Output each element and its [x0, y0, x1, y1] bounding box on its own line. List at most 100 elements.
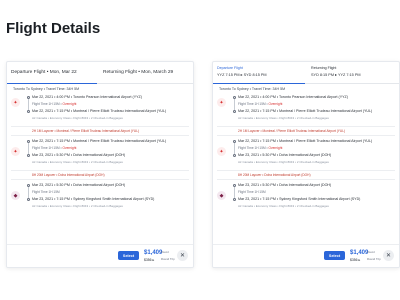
- flight-meta: Flight Time 1H 15M • Overnight: [32, 102, 76, 106]
- maple-leaf-icon: ✦: [11, 147, 20, 156]
- overnight-flag: Overnight: [62, 102, 77, 106]
- arrival-dot: [233, 154, 236, 157]
- flight-meta: Flight Time 1H 15M • Overnight: [32, 146, 76, 150]
- departure-info: Mar 22, 2021 • 4:00 PM • Toronto Pearson…: [32, 95, 142, 99]
- travel-summary: Toronto To Sydney • Travel Time: 34H 5M: [219, 87, 286, 91]
- close-icon[interactable]: ✕: [177, 250, 188, 261]
- divider: [217, 179, 395, 180]
- divider: [11, 170, 189, 171]
- divider: [11, 135, 189, 136]
- tab-returning-flight[interactable]: Returning Flight SYD 8:15 PM ▸ YYZ 7:15 …: [307, 62, 399, 83]
- flight-amenities: Air Canada • Economy Class • Flight 8043…: [238, 204, 329, 208]
- flight-segment: ✦ Mar 22, 2021 • 7:15 PM • Montreal / Pi…: [7, 139, 193, 169]
- arrival-info: Mar 22, 2021 • 7:15 PM • Montreal / Pier…: [32, 109, 167, 113]
- alt-price: $356 ▸: [144, 258, 155, 262]
- round-trip-label: Round Trip: [367, 257, 381, 261]
- arrival-info: Mar 23, 2021 • 7:15 PM • Sydney Kingsfor…: [32, 197, 155, 201]
- departure-info: Mar 22, 2021 • 7:15 PM • Montreal / Pier…: [238, 139, 373, 143]
- select-button[interactable]: Select: [324, 251, 345, 260]
- overnight-flag: Overnight: [268, 146, 283, 150]
- departure-info: Mar 22, 2021 • 7:15 PM • Montreal / Pier…: [32, 139, 167, 143]
- layover-info: 2H 1M Layover • Montreal / Pierre Elliot…: [32, 129, 140, 133]
- layover-info: 8H 20M Layover • Doha International Airp…: [32, 173, 105, 177]
- arrival-info: Mar 23, 2021 • 5:30 PM • Doha Internatio…: [32, 153, 126, 157]
- flight-time: Flight Time 1H 15M •: [238, 102, 269, 106]
- flight-time: Flight Time 1H 15M: [238, 190, 266, 194]
- flight-segment: ◆ Mar 23, 2021 • 5:30 PM • Doha Internat…: [213, 183, 399, 213]
- flight-details-card-right: Departure Flight YYZ 7:15 PM ▸ SYD 8:15 …: [212, 61, 400, 268]
- tab-returning-route: SYD 8:15 PM ▸ YYZ 7:15 PM: [311, 73, 361, 77]
- arrival-info: Mar 22, 2021 • 7:15 PM • Montreal / Pier…: [238, 109, 373, 113]
- tab-returning-label: Returning Flight: [311, 66, 337, 70]
- flight-time: Flight Time 1H 15M •: [32, 102, 63, 106]
- departure-info: Mar 23, 2021 • 5:30 PM • Doha Internatio…: [238, 183, 332, 187]
- arrival-info: Mar 23, 2021 • 7:15 PM • Sydney Kingsfor…: [238, 197, 361, 201]
- divider: [217, 135, 395, 136]
- total-price: $1,409: [144, 250, 163, 256]
- route-line: [234, 187, 235, 198]
- flight-segment: ✦ Mar 22, 2021 • 4:00 PM • Toronto Pears…: [213, 95, 399, 125]
- tab-departure-label: Departure Flight • Mon, Mar 22: [11, 70, 77, 75]
- arrival-dot: [27, 110, 30, 113]
- flight-time: Flight Time 1H 15M •: [238, 146, 269, 150]
- overnight-flag: Overnight: [268, 102, 283, 106]
- flight-tabs: Departure Flight • Mon, Mar 22 Returning…: [7, 62, 193, 84]
- arrival-dot: [233, 198, 236, 201]
- route-line: [28, 99, 29, 110]
- arrival-dot: [27, 198, 30, 201]
- route-line: [28, 187, 29, 198]
- arrival-dot: [233, 110, 236, 113]
- oryx-icon: ◆: [217, 191, 226, 200]
- flight-amenities: Air Canada • Economy Class • Flight 8043…: [32, 160, 123, 164]
- price-note: Round: [367, 251, 375, 254]
- oryx-icon: ◆: [11, 191, 20, 200]
- flight-segment: ✦ Mar 22, 2021 • 4:00 PM • Toronto Pears…: [7, 95, 193, 125]
- flight-amenities: Air Canada • Economy Class • Flight 8043…: [238, 116, 329, 120]
- overnight-flag: Overnight: [62, 146, 77, 150]
- alt-price: $356 ▸: [350, 258, 361, 262]
- price-note: Round: [161, 251, 169, 254]
- flight-tabs: Departure Flight YYZ 7:15 PM ▸ SYD 8:15 …: [213, 62, 399, 84]
- booking-footer: Select $1,409 Round $356 ▸ Round Trip ✕: [213, 244, 399, 267]
- total-price: $1,409: [350, 250, 369, 256]
- flight-amenities: Air Canada • Economy Class • Flight 8043…: [32, 116, 123, 120]
- divider: [11, 126, 189, 127]
- route-line: [234, 143, 235, 154]
- page-title: Flight Details: [6, 20, 101, 37]
- arrival-dot: [27, 154, 30, 157]
- flight-meta: Flight Time 1H 15M • Overnight: [238, 146, 282, 150]
- divider: [217, 126, 395, 127]
- departure-info: Mar 22, 2021 • 4:00 PM • Toronto Pearson…: [238, 95, 348, 99]
- flight-meta: Flight Time 1H 15M: [238, 190, 266, 194]
- flight-segment: ✦ Mar 22, 2021 • 7:15 PM • Montreal / Pi…: [213, 139, 399, 169]
- arrival-info: Mar 23, 2021 • 5:30 PM • Doha Internatio…: [238, 153, 332, 157]
- tab-departure-flight[interactable]: Departure Flight YYZ 7:15 PM ▸ SYD 8:15 …: [213, 62, 305, 84]
- flight-time: Flight Time 1H 15M •: [32, 146, 63, 150]
- flight-amenities: Air Canada • Economy Class • Flight 8043…: [238, 160, 329, 164]
- divider: [11, 179, 189, 180]
- travel-summary: Toronto To Sydney • Travel Time: 34H 5M: [13, 87, 80, 91]
- flight-details-card-left: Departure Flight • Mon, Mar 22 Returning…: [6, 61, 194, 268]
- layover-info: 8H 20M Layover • Doha International Airp…: [238, 173, 311, 177]
- tab-departure-label: Departure Flight: [217, 66, 243, 70]
- flight-meta: Flight Time 1H 15M: [32, 190, 60, 194]
- divider: [217, 170, 395, 171]
- round-trip-label: Round Trip: [161, 257, 175, 261]
- tab-departure-route: YYZ 7:15 PM ▸ SYD 8:15 PM: [217, 73, 267, 77]
- tab-returning-flight[interactable]: Returning Flight • Mon, March 29: [99, 62, 193, 83]
- layover-info: 2H 1M Layover • Montreal / Pierre Elliot…: [238, 129, 346, 133]
- flight-segment: ◆ Mar 23, 2021 • 5:30 PM • Doha Internat…: [7, 183, 193, 213]
- maple-leaf-icon: ✦: [217, 147, 226, 156]
- booking-footer: Select $1,409 Round $356 ▸ Round Trip ✕: [7, 244, 193, 267]
- tab-departure-flight[interactable]: Departure Flight • Mon, Mar 22: [7, 62, 97, 84]
- route-line: [234, 99, 235, 110]
- maple-leaf-icon: ✦: [217, 98, 226, 107]
- flight-amenities: Air Canada • Economy Class • Flight 8043…: [32, 204, 123, 208]
- flight-time: Flight Time 1H 15M: [32, 190, 60, 194]
- flight-meta: Flight Time 1H 15M • Overnight: [238, 102, 282, 106]
- route-line: [28, 143, 29, 154]
- select-button[interactable]: Select: [118, 251, 139, 260]
- close-icon[interactable]: ✕: [383, 250, 394, 261]
- departure-info: Mar 23, 2021 • 5:30 PM • Doha Internatio…: [32, 183, 126, 187]
- maple-leaf-icon: ✦: [11, 98, 20, 107]
